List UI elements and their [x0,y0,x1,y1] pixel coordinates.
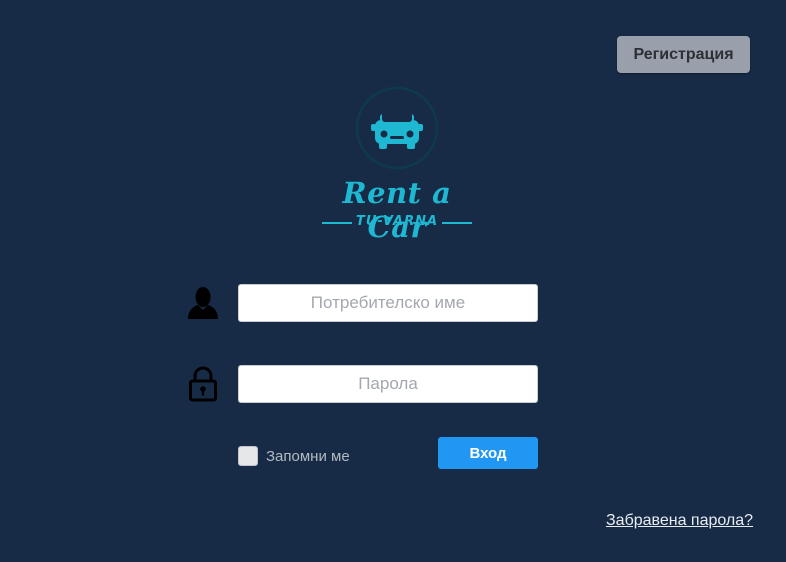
logo-underline-right [442,222,472,224]
password-input[interactable] [238,365,538,403]
username-input[interactable] [238,284,538,322]
remember-me[interactable]: Запомни ме [238,444,350,468]
car-front-icon [355,86,439,170]
remember-me-label: Запомни ме [266,447,350,465]
forgot-password-link[interactable]: Забравена парола? [606,512,753,530]
lock-icon [189,366,217,402]
remember-me-checkbox[interactable] [238,446,258,466]
register-button[interactable]: Регистрация [617,36,750,73]
user-icon [188,287,218,319]
logo-title: Rent a Car [342,176,452,244]
rent-a-car-logo: Rent a Car TU-VARNA [316,84,478,244]
login-screen: Регистрация Rent a Car TU-VARNA Потребит… [0,0,786,562]
login-button[interactable]: Вход [438,437,538,469]
